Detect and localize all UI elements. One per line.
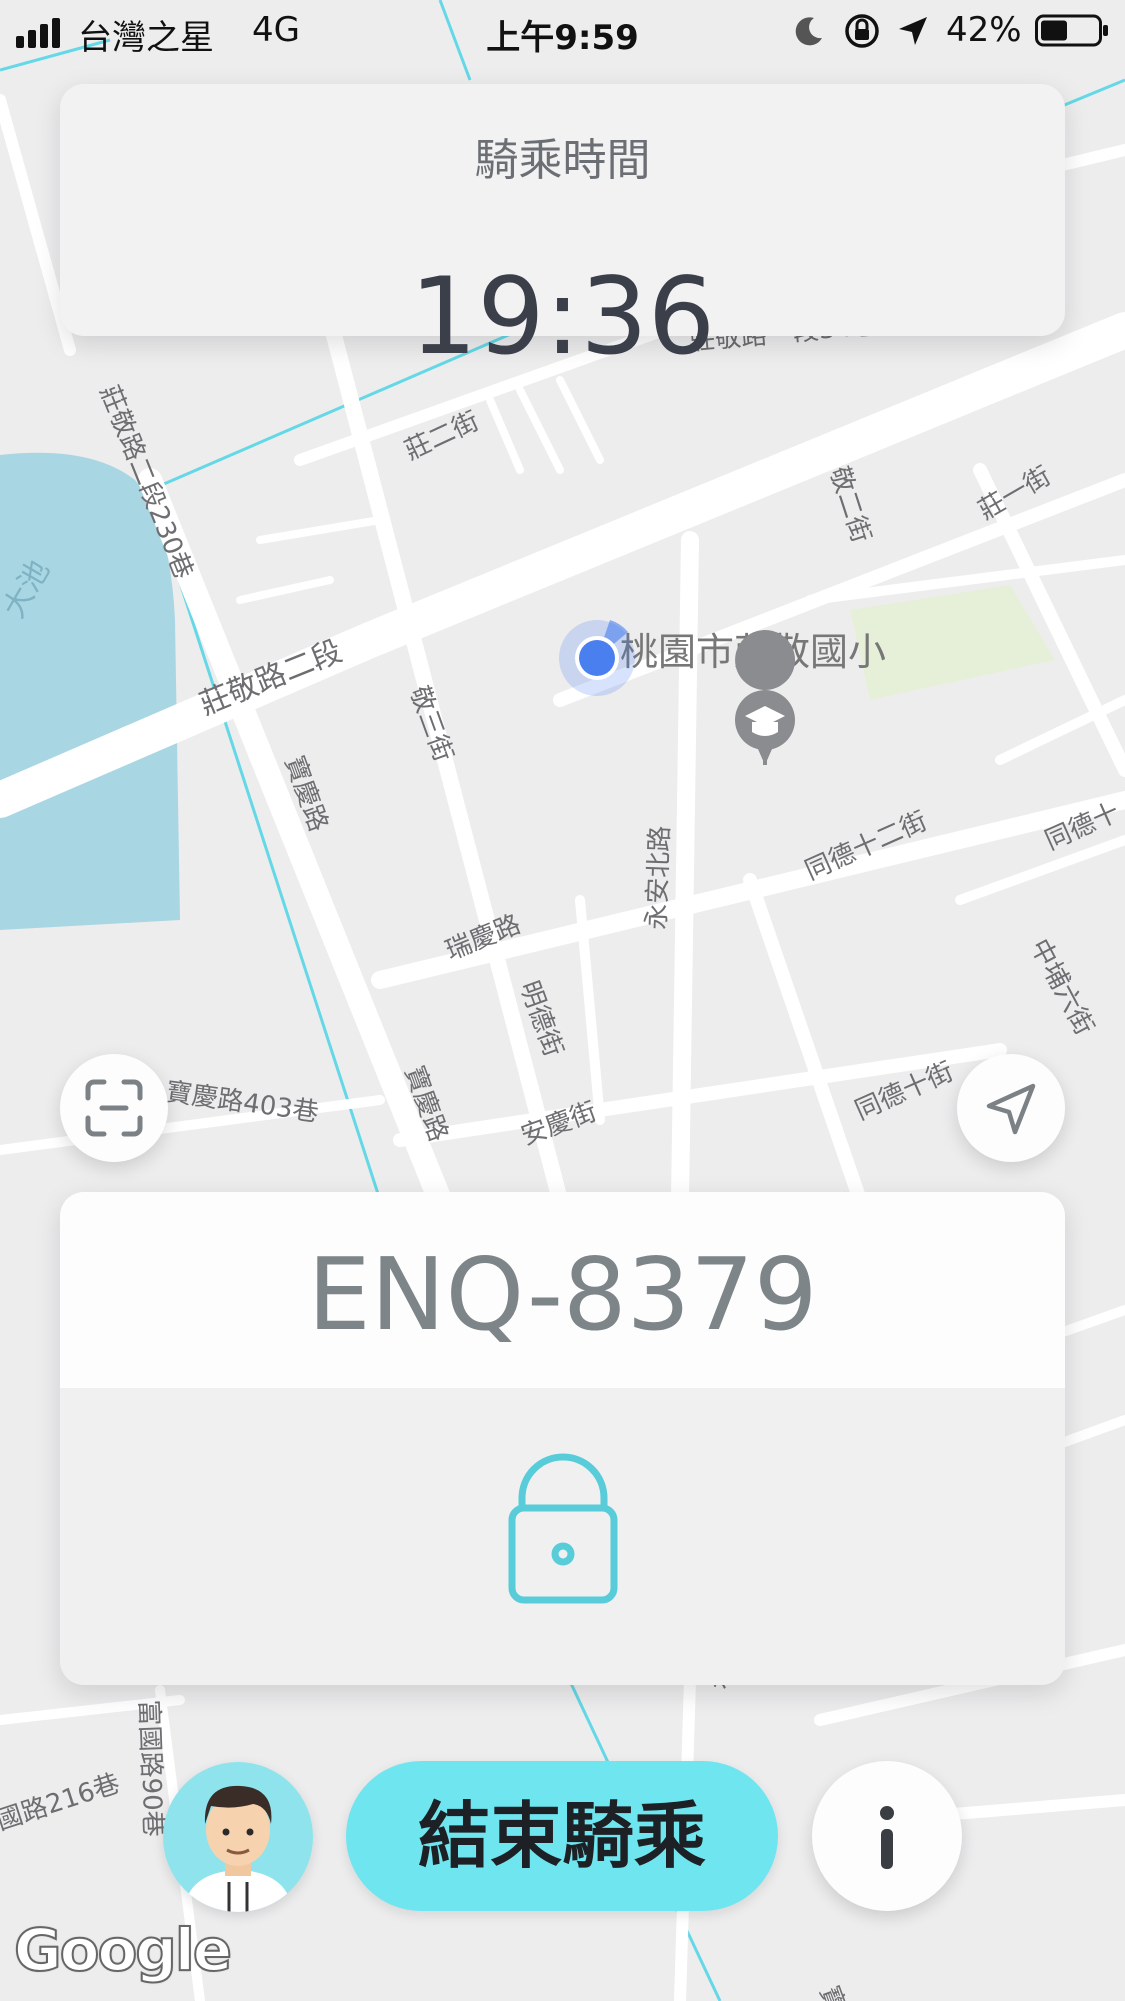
bike-id-panel: ENQ-8379 bbox=[60, 1192, 1065, 1388]
rotation-lock-icon bbox=[845, 14, 879, 48]
status-bar: 台灣之星 4G 上午9:59 42% bbox=[0, 0, 1125, 62]
padlock-icon[interactable] bbox=[500, 1450, 626, 1608]
navigation-arrow-icon bbox=[986, 1083, 1036, 1135]
location-arrow-icon bbox=[899, 17, 927, 45]
user-avatar-icon bbox=[163, 1762, 313, 1912]
scan-icon bbox=[85, 1079, 143, 1137]
lock-panel[interactable] bbox=[60, 1388, 1065, 1685]
scan-button[interactable] bbox=[60, 1054, 168, 1162]
current-location-icon bbox=[559, 620, 635, 696]
battery-icon bbox=[1035, 14, 1108, 47]
battery-percent: 42% bbox=[946, 10, 1022, 50]
locate-me-button[interactable] bbox=[957, 1054, 1065, 1162]
end-ride-button[interactable]: 結束騎乘 bbox=[346, 1761, 778, 1911]
ride-time-label: 騎乘時間 bbox=[474, 135, 651, 186]
google-attribution: Google bbox=[13, 1915, 233, 1985]
user-avatar[interactable] bbox=[163, 1762, 313, 1912]
bike-id: ENQ-8379 bbox=[307, 1236, 818, 1353]
ride-time-card: 騎乘時間 19:36 bbox=[60, 84, 1065, 370]
moon-icon bbox=[795, 17, 822, 46]
info-icon bbox=[880, 1806, 894, 1869]
info-button[interactable] bbox=[812, 1761, 962, 1911]
street-label: 永安北路 bbox=[642, 825, 676, 930]
ride-timer: 19:36 bbox=[409, 255, 716, 378]
street-label: 富國路90巷 bbox=[133, 1699, 168, 1837]
bike-card: ENQ-8379 bbox=[60, 1192, 1065, 1685]
